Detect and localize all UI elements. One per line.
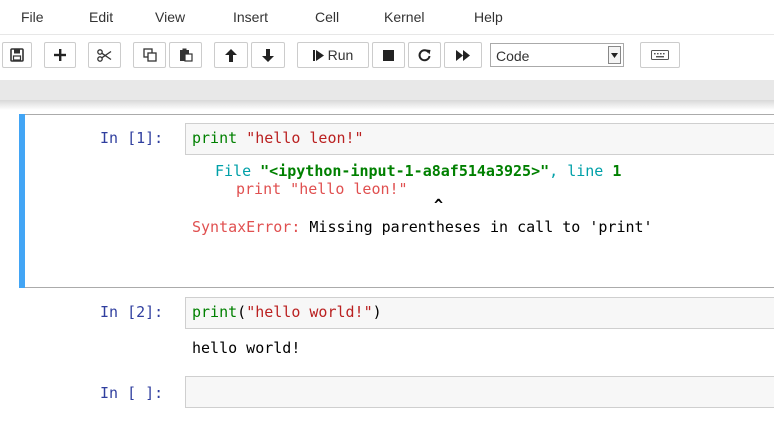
menu-kernel[interactable]: Kernel: [384, 9, 424, 25]
cell-type-select[interactable]: Code: [490, 43, 624, 67]
command-palette-button[interactable]: [640, 42, 680, 68]
cut-icon: [97, 48, 112, 62]
menu-help[interactable]: Help: [474, 9, 503, 25]
menu-view[interactable]: View: [155, 9, 185, 25]
traceback-line-1: File "<ipython-input-1-a8af514a3925>", l…: [215, 162, 621, 180]
copy-button[interactable]: [133, 42, 166, 68]
fast-forward-icon: [456, 49, 470, 61]
traceback-file-label: File: [215, 162, 261, 180]
code-paren-close: ): [372, 303, 382, 321]
menu-bar: File Edit View Insert Cell Kernel Help: [0, 0, 774, 35]
run-label: Run: [327, 47, 354, 63]
run-button[interactable]: Run: [297, 42, 369, 68]
cell-2-output: hello world!: [192, 339, 301, 357]
menu-cell[interactable]: Cell: [315, 9, 339, 25]
arrow-down-icon: [262, 48, 274, 62]
plus-icon: [54, 49, 66, 61]
save-button[interactable]: [2, 42, 32, 68]
insert-cell-button[interactable]: [44, 42, 76, 68]
menu-file[interactable]: File: [21, 9, 44, 25]
cell-2-prompt: In [2]:: [100, 303, 164, 321]
move-down-button[interactable]: [251, 42, 285, 68]
cell-3-prompt: In [ ]:: [100, 384, 164, 402]
toolbar-separator: [0, 80, 774, 100]
toolbar: Run Code: [0, 38, 774, 74]
cell-1-code: print "hello leon!": [192, 129, 364, 147]
cell-1-prompt: In [1]:: [100, 129, 164, 147]
restart-icon: [418, 48, 431, 61]
restart-run-all-button[interactable]: [444, 42, 482, 68]
interrupt-button[interactable]: [372, 42, 405, 68]
traceback-line-number: 1: [612, 162, 622, 180]
restart-button[interactable]: [408, 42, 441, 68]
traceback-filename: "<ipython-input-1-a8af514a3925>": [260, 162, 550, 180]
code-string: "hello leon!": [246, 129, 364, 147]
error-name: SyntaxError:: [192, 218, 301, 236]
error-message: Missing parentheses in call to 'print': [300, 218, 653, 236]
stop-icon: [383, 49, 394, 61]
run-icon: [312, 49, 324, 61]
menu-insert[interactable]: Insert: [233, 9, 268, 25]
cell-type-value: Code: [496, 48, 530, 64]
menu-edit[interactable]: Edit: [89, 9, 113, 25]
cell-3-input[interactable]: [185, 376, 774, 408]
paste-icon: [179, 48, 193, 62]
cut-button[interactable]: [88, 42, 121, 68]
arrow-up-icon: [225, 48, 237, 62]
code-string: "hello world!": [246, 303, 373, 321]
save-icon: [10, 48, 24, 62]
error-line: SyntaxError: Missing parentheses in call…: [192, 218, 653, 236]
selected-cell-indicator: [19, 114, 25, 288]
traceback-caret: ^: [434, 196, 444, 214]
code-paren-open: (: [237, 303, 247, 321]
traceback-line-label: , line: [549, 162, 613, 180]
traceback-line-2: print "hello leon!": [236, 180, 408, 198]
code-keyword: print: [192, 303, 238, 321]
code-keyword: print: [192, 129, 238, 147]
chevron-down-icon: [608, 46, 621, 64]
notebook-shadow: [0, 100, 774, 110]
cell-2-code: print("hello world!"): [192, 303, 382, 321]
move-up-button[interactable]: [214, 42, 248, 68]
keyboard-icon: [651, 50, 669, 60]
copy-icon: [142, 48, 157, 62]
paste-button[interactable]: [169, 42, 202, 68]
